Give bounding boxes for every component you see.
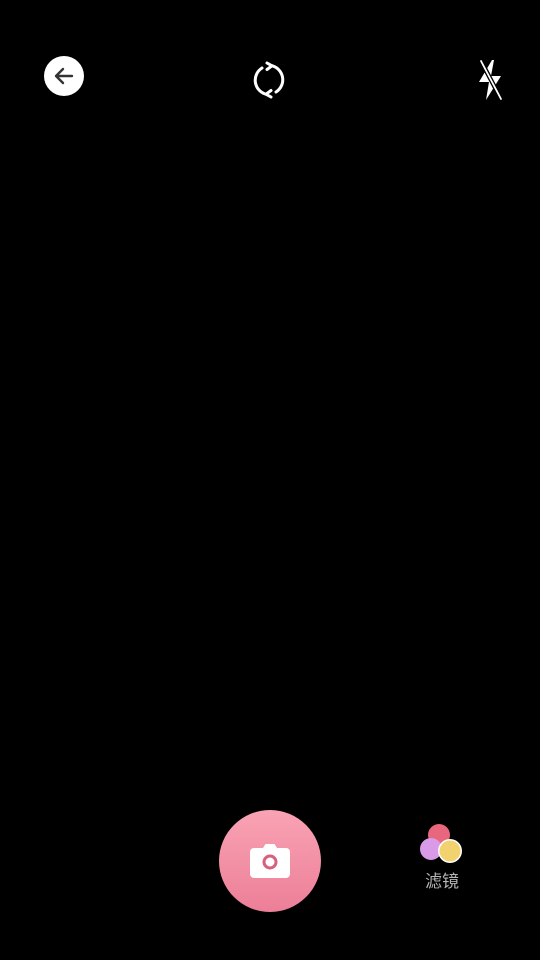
flash-toggle-button[interactable] — [471, 58, 509, 102]
color-circles-icon — [420, 824, 462, 863]
arrow-left-icon — [54, 67, 74, 85]
filter-button[interactable]: 滤镜 — [410, 822, 474, 902]
shutter-button[interactable] — [219, 810, 321, 912]
filter-label: 滤镜 — [425, 872, 459, 892]
camera-viewfinder[interactable] — [0, 120, 540, 780]
flash-off-icon — [478, 58, 504, 102]
back-button[interactable] — [44, 56, 84, 96]
switch-camera-button[interactable] — [249, 60, 289, 100]
camera-screen: 滤镜 — [0, 0, 540, 960]
camera-icon — [250, 844, 290, 878]
camera-flip-icon — [253, 61, 285, 99]
